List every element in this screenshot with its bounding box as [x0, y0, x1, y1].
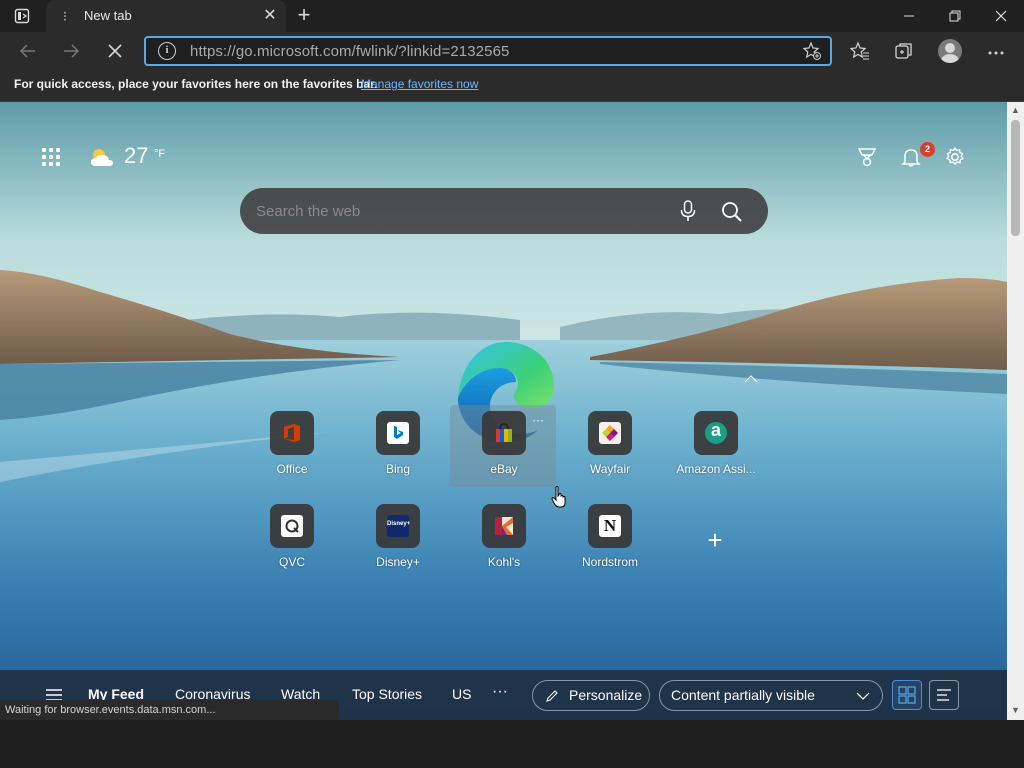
quick-link-kohls[interactable]: Kohl's [454, 504, 554, 584]
tab-actions-icon[interactable] [14, 8, 30, 24]
close-window-icon[interactable] [978, 0, 1024, 32]
quick-link-label: eBay [490, 462, 518, 476]
settings-gear-icon[interactable] [943, 146, 967, 170]
add-favorite-icon[interactable] [802, 41, 822, 66]
search-input[interactable] [256, 200, 656, 222]
kohls-icon [482, 504, 526, 548]
favorites-icon[interactable] [846, 38, 874, 64]
quick-link-ebay[interactable]: eBay ··· [450, 405, 556, 491]
scrollbar-thumb[interactable] [1011, 120, 1020, 236]
nordstrom-icon: N [588, 504, 632, 548]
loading-icon: ⁝ [62, 8, 68, 24]
scroll-up-icon[interactable]: ▲ [1010, 105, 1021, 115]
quick-link-office[interactable]: Office [242, 411, 342, 491]
feed-tab-us[interactable]: US [452, 686, 471, 702]
address-url[interactable]: https://go.microsoft.com/fwlink/?linkid=… [190, 43, 509, 60]
tab-new-tab[interactable]: ⁝ New tab ✕ [46, 0, 286, 32]
feed-more-icon[interactable]: ··· [492, 683, 508, 701]
url-path: /fwlink/?linkid=2132565 [351, 43, 510, 60]
manage-favorites-link[interactable]: Manage favorites now [361, 77, 478, 91]
rewards-icon[interactable] [855, 146, 879, 170]
weather-temperature[interactable]: 27 [124, 143, 148, 169]
status-bar: Waiting for browser.events.data.msn.com.… [0, 700, 339, 720]
favorites-bar-message: For quick access, place your favorites h… [14, 77, 378, 91]
feed-tab-top-stories[interactable]: Top Stories [352, 686, 422, 702]
pencil-icon [546, 690, 558, 702]
disney-plus-icon: Disney+ [376, 504, 420, 548]
page-scrollbar[interactable]: ▲ ▼ [1007, 102, 1024, 720]
weather-unit: °F [154, 148, 166, 160]
add-quick-link-icon[interactable]: + [704, 527, 726, 553]
partly-cloudy-icon[interactable] [88, 145, 116, 169]
web-search-box [240, 188, 768, 234]
grid-layout-button[interactable] [892, 680, 922, 710]
apps-grid-icon[interactable] [42, 148, 62, 168]
new-tab-icon[interactable]: + [292, 4, 316, 28]
bottom-area [0, 720, 1024, 768]
restore-icon[interactable] [932, 0, 978, 32]
minimize-icon[interactable] [886, 0, 932, 32]
personalize-button[interactable]: Personalize [532, 680, 650, 711]
site-info-icon[interactable]: i [158, 42, 176, 60]
back-icon[interactable] [14, 37, 42, 65]
profile-avatar[interactable] [938, 39, 962, 63]
list-layout-button[interactable] [929, 680, 959, 710]
quick-link-disney-plus[interactable]: Disney+ Disney+ [348, 504, 448, 584]
quick-link-label: Kohl's [487, 555, 521, 569]
toolbar: i https://go.microsoft.com/fwlink/?linki… [0, 32, 1024, 70]
qvc-icon [270, 504, 314, 548]
amazon-assistant-icon: a [694, 411, 738, 455]
hand-cursor-icon [551, 485, 567, 509]
close-tab-icon[interactable]: ✕ [260, 6, 280, 26]
url-host: https://go.microsoft.com [190, 43, 352, 60]
personalize-label: Personalize [569, 687, 643, 703]
collections-icon[interactable] [890, 38, 918, 64]
grid-layout-icon [898, 686, 916, 704]
quick-link-wayfair[interactable]: Wayfair [560, 411, 660, 491]
notification-count-badge: 2 [920, 142, 935, 157]
quick-link-label: Disney+ [376, 555, 420, 569]
quick-link-label: Wayfair [589, 462, 631, 476]
content-visibility-dropdown[interactable]: Content partially visible [659, 680, 883, 711]
more-options-icon[interactable] [982, 38, 1010, 64]
microphone-icon[interactable] [678, 199, 698, 223]
list-layout-icon [937, 689, 951, 701]
quick-link-qvc[interactable]: QVC [242, 504, 342, 584]
quick-link-bing[interactable]: Bing [348, 411, 448, 491]
quick-link-amazon-assistant[interactable]: a Amazon Assi... [666, 411, 766, 491]
quick-link-nordstrom[interactable]: N Nordstrom [560, 504, 660, 584]
forward-icon[interactable] [57, 37, 85, 65]
scroll-down-icon[interactable]: ▼ [1010, 705, 1021, 715]
tile-more-icon[interactable]: ··· [532, 413, 544, 427]
tab-title: New tab [84, 8, 132, 23]
favorites-bar: For quick access, place your favorites h… [0, 70, 1024, 102]
address-bar[interactable]: i https://go.microsoft.com/fwlink/?linki… [144, 36, 832, 66]
search-icon[interactable] [720, 200, 744, 224]
ebay-icon [482, 411, 526, 455]
wayfair-icon [588, 411, 632, 455]
chevron-up-icon[interactable] [744, 372, 758, 386]
quick-link-label: Office [276, 462, 308, 476]
quick-link-label: Bing [385, 462, 411, 476]
bing-icon [376, 411, 420, 455]
content-visibility-value: Content partially visible [671, 687, 815, 703]
quick-link-label: QVC [278, 555, 305, 569]
stop-loading-icon[interactable] [101, 37, 129, 65]
title-bar: ⁝ New tab ✕ + [0, 0, 1024, 32]
office-icon [270, 411, 314, 455]
chevron-down-icon [856, 692, 870, 700]
quick-link-label: Nordstrom [581, 555, 638, 569]
quick-link-label: Amazon Assi... [676, 462, 756, 476]
